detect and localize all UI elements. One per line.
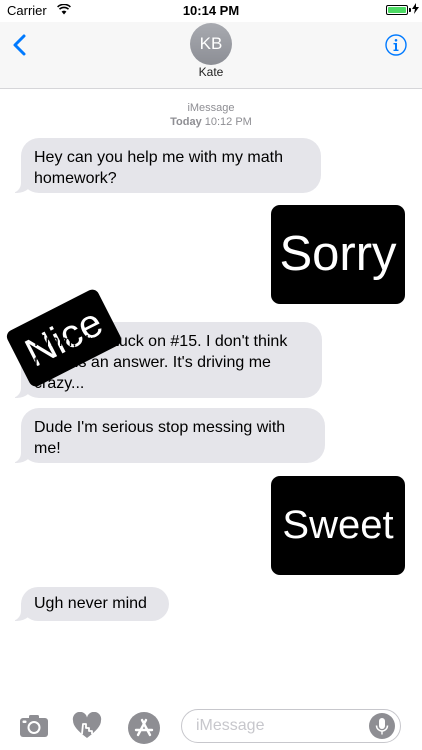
sticker-sorry[interactable]: Sorry xyxy=(271,205,405,304)
timestamp-time: 10:12 PM xyxy=(204,116,252,128)
info-button[interactable] xyxy=(385,34,407,56)
sticker-sweet[interactable]: Sweet xyxy=(271,476,405,575)
message-text: Ugh never mind xyxy=(34,595,147,612)
message-input-placeholder: iMessage xyxy=(196,717,265,734)
dictation-button[interactable] xyxy=(369,713,395,739)
digital-touch-heart-icon xyxy=(72,711,102,738)
sticker-text: Sweet xyxy=(282,503,394,547)
avatar[interactable]: KB xyxy=(190,23,232,65)
info-icon xyxy=(385,34,407,56)
message-text: Hmm, I'm stuck on #15. I don't think the… xyxy=(34,333,288,392)
conversation-header: KB Kate xyxy=(0,22,422,89)
received-message[interactable]: Hmm, I'm stuck on #15. I don't think the… xyxy=(11,322,322,398)
app-store-button[interactable] xyxy=(127,711,161,750)
digital-touch-button[interactable] xyxy=(72,711,102,745)
sticker-text: Sorry xyxy=(279,227,397,281)
received-message[interactable]: Ugh never mind xyxy=(11,587,169,621)
message-text: Dude I'm serious stop messing with me! xyxy=(34,419,286,457)
received-message[interactable]: Hey can you help me with my math homewor… xyxy=(11,138,321,193)
camera-button[interactable] xyxy=(19,714,49,743)
bolt-icon xyxy=(412,3,419,17)
chevron-left-icon xyxy=(13,34,26,56)
status-bar: Carrier 10:14 PM xyxy=(0,0,422,22)
contact-name[interactable]: Kate xyxy=(0,65,422,79)
received-message[interactable]: Dude I'm serious stop messing with me! xyxy=(11,408,325,463)
message-text: Hey can you help me with my math homewor… xyxy=(34,149,283,187)
message-timestamp: Today 10:12 PM xyxy=(0,116,422,128)
message-input[interactable]: iMessage xyxy=(181,709,401,743)
back-button[interactable] xyxy=(10,30,32,60)
clock: 10:14 PM xyxy=(182,3,240,18)
app-store-icon xyxy=(128,712,160,744)
microphone-icon xyxy=(375,718,389,735)
camera-icon xyxy=(20,715,48,737)
battery-icon xyxy=(386,5,411,15)
service-label: iMessage xyxy=(187,102,235,114)
timestamp-day: Today xyxy=(170,116,202,128)
